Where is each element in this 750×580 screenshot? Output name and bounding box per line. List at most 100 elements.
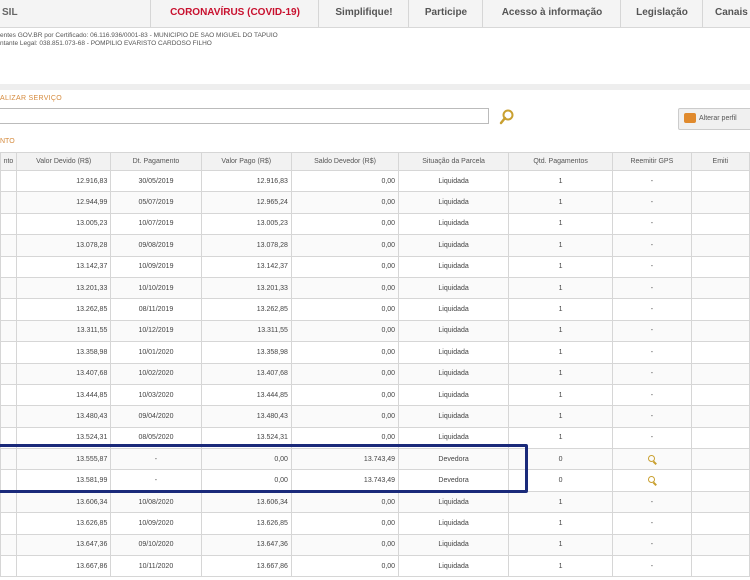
cell-ref — [0, 405, 17, 428]
cell-situacao: Liquidada — [398, 298, 510, 321]
cell-valor-pago: 13.142,37 — [200, 255, 292, 278]
cell-qtd-pagamentos: 1 — [508, 341, 614, 364]
profile-icon — [684, 113, 696, 124]
cell-valor-pago: 12.965,24 — [200, 191, 292, 214]
search-button[interactable] — [496, 108, 518, 126]
cell-valor-devido: 13.407,68 — [15, 362, 112, 385]
cell-reemitir-gps: - — [612, 555, 692, 578]
nav-brasil[interactable]: SIL — [0, 0, 32, 27]
cell-saldo-devedor: 0,00 — [290, 512, 400, 535]
cell-reemitir-gps: - — [612, 319, 692, 343]
cell-valor-devido: 13.201,33 — [15, 276, 112, 300]
cell-valor-pago: 13.647,36 — [200, 533, 292, 557]
col-header-dt-pagamento: Dt. Pagamento — [110, 152, 202, 171]
search-input[interactable] — [0, 108, 489, 124]
cell-valor-devido: 12.916,83 — [15, 169, 112, 193]
search-icon — [499, 109, 514, 125]
cell-qtd-pagamentos: 1 — [508, 319, 614, 343]
table-row: 13.262,85 08/11/2019 13.262,85 0,00 Liquidad… — [0, 298, 750, 321]
cell-situacao: Liquidada — [398, 319, 510, 343]
cell-valor-pago: 13.358,98 — [200, 341, 292, 364]
certificate-line-2: ntante Legal: 038.851.073-68 - POMPILIO … — [0, 40, 212, 47]
cell-valor-pago: 13.444,85 — [200, 383, 292, 407]
cell-ref — [0, 234, 17, 257]
certificate-line-1: entes GOV.BR por Certificado: 06.116.936… — [0, 32, 278, 39]
cell-dt-pagamento: 10/01/2020 — [110, 341, 202, 364]
cell-reemitir-gps[interactable] — [612, 448, 692, 471]
table-row: 12.916,83 30/05/2019 12.916,83 0,00 Liquidad… — [0, 169, 750, 193]
cell-valor-devido: 13.606,34 — [15, 490, 112, 514]
alter-profile-label: Alterar perfil — [699, 115, 737, 122]
cell-valor-pago: 13.480,43 — [200, 405, 292, 428]
cell-dt-pagamento: 10/03/2020 — [110, 383, 202, 407]
table-row: 13.524,31 08/05/2020 13.524,31 0,00 Liquidad… — [0, 426, 750, 450]
cell-qtd-pagamentos: 0 — [508, 448, 614, 471]
nav-simplifique[interactable]: Simplifique! — [318, 0, 409, 27]
cell-reemitir-gps: - — [612, 512, 692, 535]
cell-emitir — [690, 234, 750, 257]
cell-saldo-devedor: 0,00 — [290, 191, 400, 214]
cell-ref — [0, 469, 17, 492]
cell-emitir — [690, 490, 750, 514]
cell-dt-pagamento: 08/05/2020 — [110, 426, 202, 450]
cell-emitir — [690, 341, 750, 364]
cell-situacao: Liquidada — [398, 490, 510, 514]
col-header-saldo-devedor: Saldo Devedor (R$) — [290, 152, 400, 171]
table-row: 13.581,99-0,00 13.743,49 Devedora 0 — [0, 469, 750, 492]
cell-emitir — [690, 555, 750, 578]
cell-emitir — [690, 512, 750, 535]
cell-reemitir-gps: - — [612, 533, 692, 557]
cell-valor-pago: 12.916,83 — [200, 169, 292, 193]
table-row: 13.407,68 10/02/2020 13.407,68 0,00 Liquidad… — [0, 362, 750, 385]
cell-qtd-pagamentos: 1 — [508, 533, 614, 557]
cell-reemitir-gps[interactable] — [612, 469, 692, 492]
cell-valor-devido: 13.142,37 — [15, 255, 112, 278]
cell-ref — [0, 276, 17, 300]
search-icon[interactable] — [648, 454, 656, 462]
cell-emitir — [690, 362, 750, 385]
nav-canais[interactable]: Canais — [702, 0, 750, 27]
nav-participe[interactable]: Participe — [408, 0, 483, 27]
section-title: ALIZAR SERVIÇO — [0, 95, 63, 102]
cell-ref — [0, 298, 17, 321]
cell-saldo-devedor: 0,00 — [290, 255, 400, 278]
cell-reemitir-gps: - — [612, 490, 692, 514]
cell-dt-pagamento: 09/10/2020 — [110, 533, 202, 557]
cell-emitir — [690, 405, 750, 428]
cell-ref — [0, 255, 17, 278]
cell-situacao: Liquidada — [398, 255, 510, 278]
cell-qtd-pagamentos: 1 — [508, 555, 614, 578]
cell-reemitir-gps: - — [612, 298, 692, 321]
cell-qtd-pagamentos: 1 — [508, 191, 614, 214]
search-icon[interactable] — [648, 476, 656, 484]
cell-ref — [0, 555, 17, 578]
table-row: 13.647,36 09/10/2020 13.647,36 0,00 Liquidad… — [0, 533, 750, 557]
cell-emitir — [690, 212, 750, 236]
cell-dt-pagamento: 10/09/2020 — [110, 512, 202, 535]
nav-legislacao[interactable]: Legislação — [620, 0, 703, 27]
cell-situacao: Devedora — [398, 469, 510, 492]
cell-valor-devido: 13.262,85 — [15, 298, 112, 321]
cell-valor-pago: 13.626,85 — [200, 512, 292, 535]
col-header-situacao: Situação da Parcela — [398, 152, 510, 171]
cell-saldo-devedor: 0,00 — [290, 319, 400, 343]
alter-profile-button[interactable]: Alterar perfil — [678, 108, 750, 130]
cell-emitir — [690, 469, 750, 492]
cell-saldo-devedor: 13.743,49 — [290, 469, 400, 492]
nav-coronavirus[interactable]: CORONAVÍRUS (COVID-19) — [150, 0, 319, 27]
cell-situacao: Liquidada — [398, 234, 510, 257]
cell-situacao: Liquidada — [398, 555, 510, 578]
nav-acesso-informacao[interactable]: Acesso à informação — [482, 0, 621, 27]
cell-emitir — [690, 191, 750, 214]
cell-dt-pagamento: 09/08/2019 — [110, 234, 202, 257]
cell-saldo-devedor: 0,00 — [290, 555, 400, 578]
certificate-info: entes GOV.BR por Certificado: 06.116.936… — [0, 32, 278, 48]
cell-saldo-devedor: 0,00 — [290, 276, 400, 300]
cell-qtd-pagamentos: 1 — [508, 490, 614, 514]
divider-band — [0, 84, 750, 90]
cell-saldo-devedor: 13.743,49 — [290, 448, 400, 471]
cell-emitir — [690, 448, 750, 471]
col-header-ref: nto — [0, 152, 17, 171]
cell-saldo-devedor: 0,00 — [290, 383, 400, 407]
cell-reemitir-gps: - — [612, 405, 692, 428]
